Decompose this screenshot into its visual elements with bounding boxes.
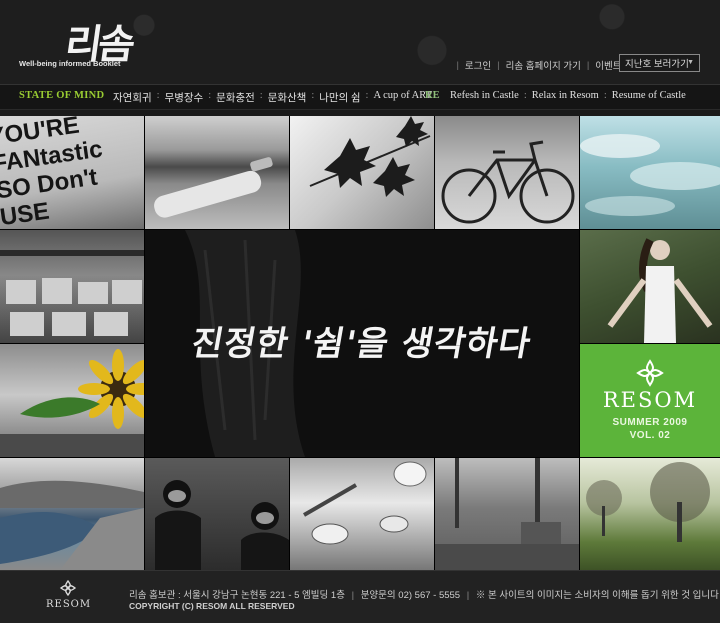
sign-text: YOU'RE FANtastic SO Don't USE <box>0 116 105 229</box>
login-link[interactable]: 로그인 <box>465 58 491 72</box>
top-nav: | 로그인 | 리솜 홈페이지 가기 | 이벤트 | <box>450 58 636 73</box>
menu-separator: : <box>156 90 160 101</box>
nav-separator: | <box>586 59 590 71</box>
footer-notice: ※ 본 사이트의 이미지는 소비자의 이해를 돕기 위한 것 입니다 <box>475 590 719 601</box>
clouds-illustration <box>580 134 720 216</box>
issue-volume: VOL. 02 <box>629 430 671 441</box>
menu-item-my-rest[interactable]: 나만의 쉼 <box>319 90 360 105</box>
photo-maple-leaves[interactable] <box>290 116 434 229</box>
footer-copyright: COPYRIGHT (C) RESOM ALL RESERVED <box>129 601 295 611</box>
main-slogan: 진정한 '쉼'을 생각하다 <box>188 324 535 364</box>
menu-item-relax[interactable]: Relax in Resom <box>532 90 599 101</box>
menu-item-cup-of-art[interactable]: A cup of ART <box>373 90 432 105</box>
resom-flower-icon <box>636 359 664 387</box>
photo-coastline[interactable] <box>0 458 144 570</box>
footer-separator: | <box>351 590 355 601</box>
state-of-mind-heading[interactable]: STATE OF MIND <box>19 90 104 101</box>
photo-divers[interactable] <box>145 458 289 570</box>
homepage-link[interactable]: 리솜 홈페이지 가기 <box>506 58 581 72</box>
photo-tree-field[interactable] <box>580 458 720 570</box>
bottle-illustration <box>154 157 273 218</box>
main-banner[interactable]: 진정한 '쉼'을 생각하다 <box>145 230 579 457</box>
chevron-down-icon: ▼ <box>687 59 694 66</box>
menu-separator: : <box>365 90 369 101</box>
header: 리솜 Well-being informed Booklet | 로그인 | 리… <box>0 0 720 84</box>
tree-illustration <box>586 462 710 542</box>
footer-address: 리솜 홈보관 : 서울시 강남구 논현동 221 - 5 엠빌딩 1층 <box>129 590 345 601</box>
photo-sunflower[interactable] <box>0 344 144 457</box>
coast-illustration <box>0 480 144 570</box>
event-link[interactable]: 이벤트 <box>595 58 621 72</box>
divers-illustration <box>155 480 289 570</box>
resom-badge-inner: RESOM SUMMER 2009 VOL. 02 <box>580 344 720 457</box>
sunflower-illustration <box>0 349 144 457</box>
nav-separator: | <box>456 59 459 71</box>
menu-item-health[interactable]: 무병장수 <box>165 90 204 105</box>
menu-item-refresh[interactable]: Refesh in Castle <box>450 90 519 101</box>
photo-sign[interactable]: YOU'RE FANtastic SO Don't USE <box>0 116 144 229</box>
photo-park-bench[interactable] <box>435 458 579 570</box>
footer-info: 리솜 홈보관 : 서울시 강남구 논현동 221 - 5 엠빌딩 1층 | 분양… <box>129 587 719 601</box>
photo-bicycle[interactable] <box>435 116 579 229</box>
nav-separator: | <box>497 59 500 71</box>
issue-season: SUMMER 2009 <box>612 417 688 428</box>
tea-illustration <box>303 461 427 545</box>
market-illustration <box>0 250 144 336</box>
logo-subtitle: Well-being informed Booklet <box>19 59 121 68</box>
photo-market[interactable] <box>0 230 144 343</box>
menu-separator: : <box>311 90 315 101</box>
footer-flower-icon <box>59 579 77 597</box>
photo-mosaic: YOU'RE FANtastic SO Don't USE 진정한 '쉼'을 생… <box>0 116 720 570</box>
re-heading[interactable]: RE <box>425 90 440 101</box>
menu-item-nature[interactable]: 자연회귀 <box>113 90 152 105</box>
photo-bottle-beach[interactable] <box>145 116 289 229</box>
past-issue-label: 지난호 보러가기 <box>625 59 689 70</box>
resom-brand: RESOM <box>602 388 698 412</box>
footer-separator: | <box>466 590 470 601</box>
menu-separator: : <box>603 90 607 101</box>
state-of-mind-menu: 자연회귀 : 무병장수 : 문화충전 : 문화산책 : 나만의 쉼 : A cu… <box>113 90 432 105</box>
footer-logo[interactable]: RESOM <box>46 599 91 610</box>
footer: RESOM 리솜 홈보관 : 서울시 강남구 논현동 221 - 5 엠빌딩 1… <box>0 570 720 623</box>
re-menu: Refesh in Castle : Relax in Resom : Resu… <box>450 90 686 101</box>
menu-item-culture-charge[interactable]: 문화충전 <box>216 90 255 105</box>
maple-leaf-illustration <box>309 116 431 197</box>
resom-issue-badge[interactable]: RESOM SUMMER 2009 VOL. 02 <box>580 344 720 457</box>
footer-phone: 분양문의 02) 567 - 5555 <box>360 590 461 601</box>
menu-separator: : <box>259 90 263 101</box>
photo-yoga-woman[interactable] <box>580 230 720 343</box>
photo-tea-set[interactable] <box>290 458 434 570</box>
woman-illustration <box>607 238 713 343</box>
bicycle-illustration <box>441 140 575 224</box>
menu-separator: : <box>523 90 527 101</box>
menu-item-resume[interactable]: Resume of Castle <box>612 90 686 101</box>
photo-clouds[interactable] <box>580 116 720 229</box>
park-illustration <box>435 458 579 570</box>
menu-separator: : <box>208 90 212 101</box>
past-issue-select[interactable]: 지난호 보러가기 ▼ <box>619 54 700 72</box>
section-menu: STATE OF MIND 자연회귀 : 무병장수 : 문화충전 : 문화산책 … <box>0 84 720 110</box>
menu-item-culture-walk[interactable]: 문화산책 <box>268 90 307 105</box>
